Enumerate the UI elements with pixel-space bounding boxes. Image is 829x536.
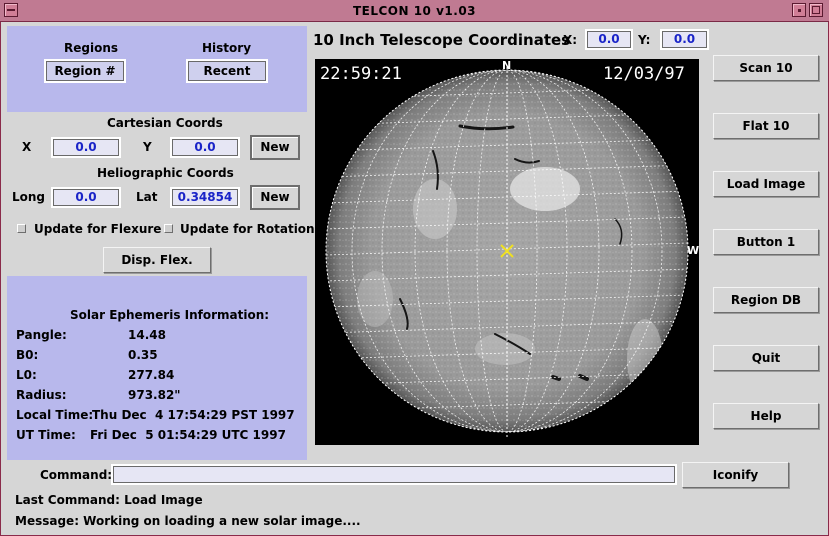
ephemeris-title: Solar Ephemeris Information: bbox=[70, 308, 270, 322]
cartesian-x-label: X bbox=[22, 140, 32, 154]
cartesian-new-button[interactable]: New bbox=[250, 135, 300, 160]
history-recent-button[interactable]: Recent bbox=[186, 59, 268, 83]
cartesian-y-label: Y bbox=[143, 140, 152, 154]
help-button[interactable]: Help bbox=[713, 403, 819, 429]
ephemeris-label: L0: bbox=[16, 368, 37, 382]
region-db-button[interactable]: Region DB bbox=[713, 287, 819, 313]
ephemeris-value: 0.35 bbox=[128, 348, 158, 362]
cartesian-y-field[interactable]: 0.0 bbox=[170, 137, 240, 158]
heliographic-coords-title: Heliographic Coords bbox=[97, 166, 234, 180]
region-number-button[interactable]: Region # bbox=[44, 59, 126, 83]
flexure-checkbox-label: Update for Flexure bbox=[34, 222, 162, 236]
ephemeris-label: Pangle: bbox=[16, 328, 67, 342]
telescope-y-label: Y: bbox=[638, 33, 651, 47]
command-label: Command: bbox=[40, 468, 113, 482]
ut-time-label: UT Time: bbox=[16, 428, 76, 442]
flat-10-button[interactable]: Flat 10 bbox=[713, 113, 819, 139]
ephemeris-label: B0: bbox=[16, 348, 39, 362]
cartesian-x-field[interactable]: 0.0 bbox=[51, 137, 121, 158]
local-time-label: Local Time: bbox=[16, 408, 94, 422]
heliographic-long-field[interactable]: 0.0 bbox=[51, 187, 121, 208]
solar-disk-image bbox=[325, 67, 689, 437]
minimize-icon bbox=[798, 9, 801, 12]
window-title: TELCON 10 v1.03 bbox=[352, 4, 477, 18]
load-image-button[interactable]: Load Image bbox=[713, 171, 819, 197]
north-label: N bbox=[502, 59, 512, 72]
history-label: History bbox=[202, 41, 252, 55]
ephemeris-value: 14.48 bbox=[128, 328, 166, 342]
heliographic-lat-field[interactable]: 0.34854 bbox=[170, 187, 240, 208]
minimize-button[interactable] bbox=[792, 3, 806, 17]
scan-10-button[interactable]: Scan 10 bbox=[713, 55, 819, 81]
ephemeris-value: 277.84 bbox=[128, 368, 175, 382]
solar-image-view[interactable]: 22:59:21 12/03/97 N W bbox=[315, 59, 699, 445]
last-command-text: Last Command: Load Image bbox=[15, 493, 203, 507]
title-bar[interactable]: TELCON 10 v1.03 bbox=[0, 0, 829, 22]
command-input[interactable] bbox=[111, 464, 677, 485]
ut-time-value: Fri Dec 5 01:54:29 UTC 1997 bbox=[90, 428, 286, 442]
button-1[interactable]: Button 1 bbox=[713, 229, 819, 255]
west-label: W bbox=[687, 244, 699, 257]
flexure-checkbox[interactable] bbox=[17, 224, 26, 233]
rotation-checkbox-label: Update for Rotation bbox=[180, 222, 315, 236]
telescope-coords-title: 10 Inch Telescope Coordinates bbox=[313, 31, 571, 49]
image-time-overlay: 22:59:21 bbox=[320, 64, 402, 84]
local-time-value: Thu Dec 4 17:54:29 PST 1997 bbox=[92, 408, 295, 422]
regions-label: Regions bbox=[64, 41, 119, 55]
image-date-overlay: 12/03/97 bbox=[603, 64, 685, 84]
heliographic-lat-label: Lat bbox=[136, 190, 158, 204]
ephemeris-value: 973.82" bbox=[128, 388, 181, 402]
heliographic-long-label: Long bbox=[12, 190, 46, 204]
telescope-y-field[interactable]: 0.0 bbox=[660, 29, 709, 50]
iconify-button[interactable]: Iconify bbox=[682, 462, 789, 488]
maximize-icon bbox=[812, 6, 820, 14]
telescope-x-field[interactable]: 0.0 bbox=[585, 29, 633, 50]
maximize-button[interactable] bbox=[809, 3, 823, 17]
disp-flex-button[interactable]: Disp. Flex. bbox=[103, 247, 211, 273]
cartesian-coords-title: Cartesian Coords bbox=[107, 116, 223, 130]
telescope-x-label: X: bbox=[563, 33, 578, 47]
ephemeris-label: Radius: bbox=[16, 388, 67, 402]
rotation-checkbox[interactable] bbox=[164, 224, 173, 233]
heliographic-new-button[interactable]: New bbox=[250, 185, 300, 210]
status-message: Message: Working on loading a new solar … bbox=[15, 514, 361, 528]
quit-button[interactable]: Quit bbox=[713, 345, 819, 371]
